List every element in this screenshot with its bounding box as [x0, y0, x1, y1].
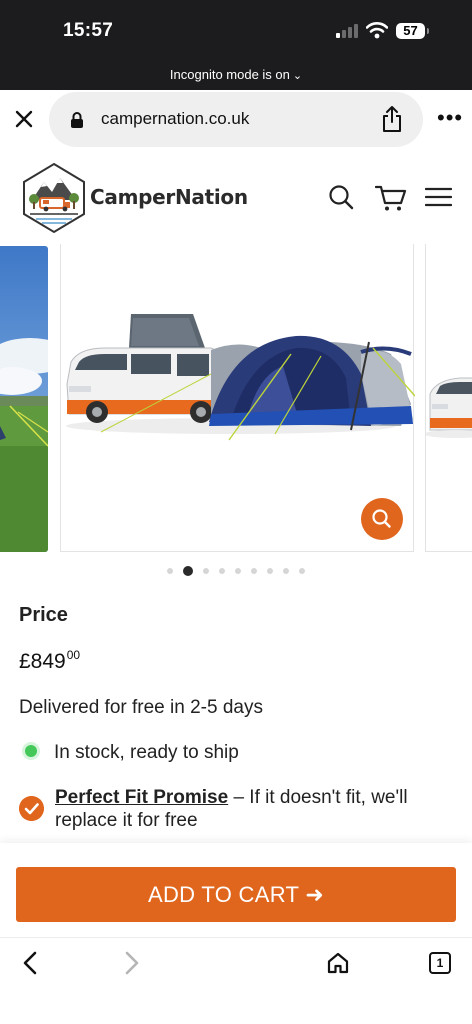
promise-text: Perfect Fit Promise – If it doesn't fit,…	[55, 786, 455, 832]
site-header: CamperNation	[0, 152, 472, 244]
incognito-text: Incognito mode is on	[169, 67, 290, 82]
gallery-dot[interactable]	[203, 567, 209, 574]
wifi-icon	[366, 22, 388, 39]
cart-icon[interactable]	[375, 184, 407, 212]
price-main: £849	[19, 650, 66, 673]
gallery-dot[interactable]	[283, 567, 289, 574]
gallery-slide-next[interactable]	[425, 244, 472, 552]
gallery-slide-active[interactable]	[60, 244, 416, 552]
close-icon[interactable]	[12, 107, 36, 131]
zoom-button[interactable]	[361, 498, 403, 540]
gallery-slide-previous[interactable]	[0, 246, 48, 552]
incognito-banner[interactable]: Incognito mode is on ⌄	[0, 62, 472, 90]
gallery-dot[interactable]	[251, 567, 257, 574]
check-circle-icon	[19, 796, 44, 821]
promise-link[interactable]: Perfect Fit Promise	[55, 787, 228, 808]
gallery-dot[interactable]	[167, 567, 173, 574]
url-field[interactable]: campernation.co.uk	[49, 92, 423, 147]
status-bar: 15:57 57	[0, 0, 472, 62]
magnifier-icon	[372, 509, 391, 528]
in-stock-dot-icon	[25, 745, 37, 758]
campernation-logo[interactable]	[22, 162, 86, 234]
tabs-icon[interactable]: 1	[429, 952, 451, 974]
gallery-dot[interactable]	[183, 565, 193, 576]
gallery-dot[interactable]	[267, 567, 273, 574]
gallery-pagination	[0, 562, 472, 578]
gallery-dot[interactable]	[219, 567, 225, 574]
add-to-cart-button[interactable]: ADD TO CART ➜	[16, 867, 456, 922]
chevron-down-icon: ⌄	[292, 70, 303, 82]
browser-toolbar: 1	[0, 937, 472, 1024]
back-icon[interactable]	[20, 950, 40, 976]
forward-icon[interactable]	[122, 950, 142, 976]
field-photo	[0, 246, 48, 552]
browser-address-bar: campernation.co.uk •••	[0, 90, 472, 152]
lock-icon	[71, 112, 83, 128]
url-text: campernation.co.uk	[101, 109, 250, 128]
home-icon[interactable]	[326, 951, 350, 975]
battery-indicator: 57	[396, 23, 429, 39]
price-pence: 00	[66, 648, 81, 662]
delivery-info: Delivered for free in 2-5 days	[19, 697, 263, 718]
product-gallery[interactable]	[0, 244, 472, 556]
gallery-dot[interactable]	[235, 567, 241, 574]
price-label: Price	[19, 604, 68, 626]
menu-icon[interactable]	[425, 187, 452, 207]
stock-status: In stock, ready to ship	[25, 742, 239, 764]
more-options-icon[interactable]: •••	[437, 107, 463, 129]
share-icon[interactable]	[381, 105, 403, 133]
price-value: £84900	[19, 648, 80, 674]
search-icon[interactable]	[328, 184, 354, 210]
sticky-cart-bar: ADD TO CART ➜	[0, 843, 472, 937]
stock-text: In stock, ready to ship	[54, 742, 239, 763]
gallery-dot[interactable]	[299, 567, 305, 574]
status-time: 15:57	[63, 20, 114, 41]
cellular-signal-icon	[336, 24, 360, 38]
campervan-photo	[426, 377, 472, 438]
brand-name: CamperNation	[90, 185, 248, 209]
